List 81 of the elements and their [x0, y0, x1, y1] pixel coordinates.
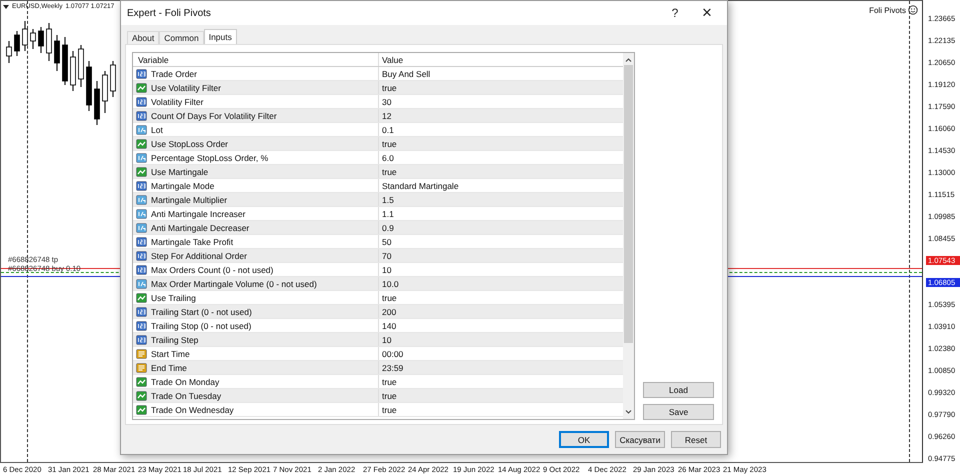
side-button[interactable]: Save: [643, 404, 714, 420]
tab[interactable]: Common: [159, 31, 204, 44]
value-cell-text: 0.9: [381, 222, 394, 232]
variable-cell: Use Martingale: [151, 166, 208, 176]
variable-cell: Max Order Martingale Volume (0 - not used): [151, 278, 317, 288]
variable-cell: Trade On Monday: [151, 376, 220, 386]
value-cell-text: true: [381, 166, 397, 176]
candle: [70, 50, 76, 92]
candle: [30, 28, 36, 50]
value-cell-text: 12: [381, 110, 392, 120]
value-cell-text: 6.0: [381, 152, 394, 162]
value-cell-text: 1.1: [381, 208, 394, 218]
candle: [38, 26, 44, 54]
scrollbar-thumb[interactable]: [624, 65, 633, 343]
candle: [102, 70, 108, 114]
value-cell-text: true: [381, 390, 397, 400]
candle: [14, 30, 20, 56]
variable-cell: Martingale Mode: [151, 180, 214, 190]
variable-cell: Trailing Stop (0 - not used): [151, 320, 252, 330]
column-header: Value: [381, 54, 404, 64]
value-cell-text: 70: [381, 250, 392, 260]
dialog-button[interactable]: OK: [559, 431, 609, 448]
value-cell-text: 200: [381, 306, 396, 316]
value-cell-text: true: [381, 82, 397, 92]
value-cell-text: true: [381, 292, 397, 302]
tab[interactable]: About: [127, 31, 160, 44]
variable-cell: Trade On Tuesday: [151, 390, 222, 400]
variable-cell: Max Orders Count (0 - not used): [151, 264, 274, 274]
variable-cell: Percentage StopLoss Order, %: [151, 152, 268, 162]
value-cell-text: 23:59: [381, 362, 404, 372]
value-cell-text: 0.1: [381, 124, 394, 134]
dropdown-icon[interactable]: [3, 4, 9, 8]
variable-cell: Trailing Step: [151, 334, 198, 344]
candle: [62, 36, 68, 86]
candle: [46, 22, 52, 62]
variable-cell: Start Time: [151, 348, 190, 358]
variable-cell: Lot: [151, 124, 163, 134]
variable-cell: Trade Order: [151, 68, 197, 78]
dialog-button[interactable]: Скасувати: [615, 431, 665, 448]
variable-cell: Trailing Start (0 - not used): [151, 306, 252, 316]
variable-cell: End Time: [151, 362, 187, 372]
variable-cell: Step For Additional Order: [151, 250, 247, 260]
candle: [86, 60, 92, 112]
variable-cell: Count Of Days For Volatility Filter: [151, 110, 277, 120]
dialog-button[interactable]: Reset: [671, 431, 721, 448]
side-button[interactable]: Load: [643, 382, 714, 398]
scrollbar[interactable]: [623, 53, 634, 419]
variable-cell: Trade On Wednesday: [151, 404, 234, 414]
indicator-label: Foli Pivots: [869, 6, 906, 14]
value-cell-text: 1.5: [381, 194, 394, 204]
value-cell-text: 00:00: [381, 348, 404, 358]
variable-cell: Use Trailing: [151, 292, 196, 302]
value-cell-text: 10: [381, 334, 392, 344]
variable-cell: Martingale Take Profit: [151, 236, 234, 246]
value-cell-text: 10: [381, 264, 392, 274]
variable-cell: Martingale Multiplier: [151, 194, 228, 204]
value-cell-text: Buy And Sell: [381, 68, 430, 78]
tab[interactable]: Inputs: [204, 29, 237, 44]
candle: [54, 34, 60, 72]
candle: [110, 60, 116, 98]
value-cell-text: true: [381, 138, 397, 148]
value-cell-text: 140: [381, 320, 396, 330]
close-button[interactable]: ×: [691, 3, 723, 23]
value-cell-text: true: [381, 376, 397, 386]
variable-cell: Use Volatility Filter: [151, 82, 221, 92]
candle: [22, 20, 28, 52]
variable-cell: Volatility Filter: [151, 96, 204, 106]
help-button[interactable]: ?: [659, 6, 691, 20]
variable-cell: Use StopLoss Order: [151, 138, 228, 148]
value-cell-text: 30: [381, 96, 392, 106]
value-cell-text: true: [381, 404, 397, 414]
variable-cell: Anti Martingale Increaser: [151, 208, 246, 218]
candle: [94, 80, 100, 126]
value-cell-text: 50: [381, 236, 392, 246]
value-cell-text: 10.0: [381, 278, 399, 288]
window-title: Expert - Foli Pivots: [127, 8, 212, 18]
variable-cell: Anti Martingale Decreaser: [151, 222, 250, 232]
column-header: Variable: [133, 53, 379, 66]
value-cell-text: Standard Martingale: [381, 180, 459, 190]
candle: [78, 44, 84, 88]
candle: [6, 40, 12, 64]
